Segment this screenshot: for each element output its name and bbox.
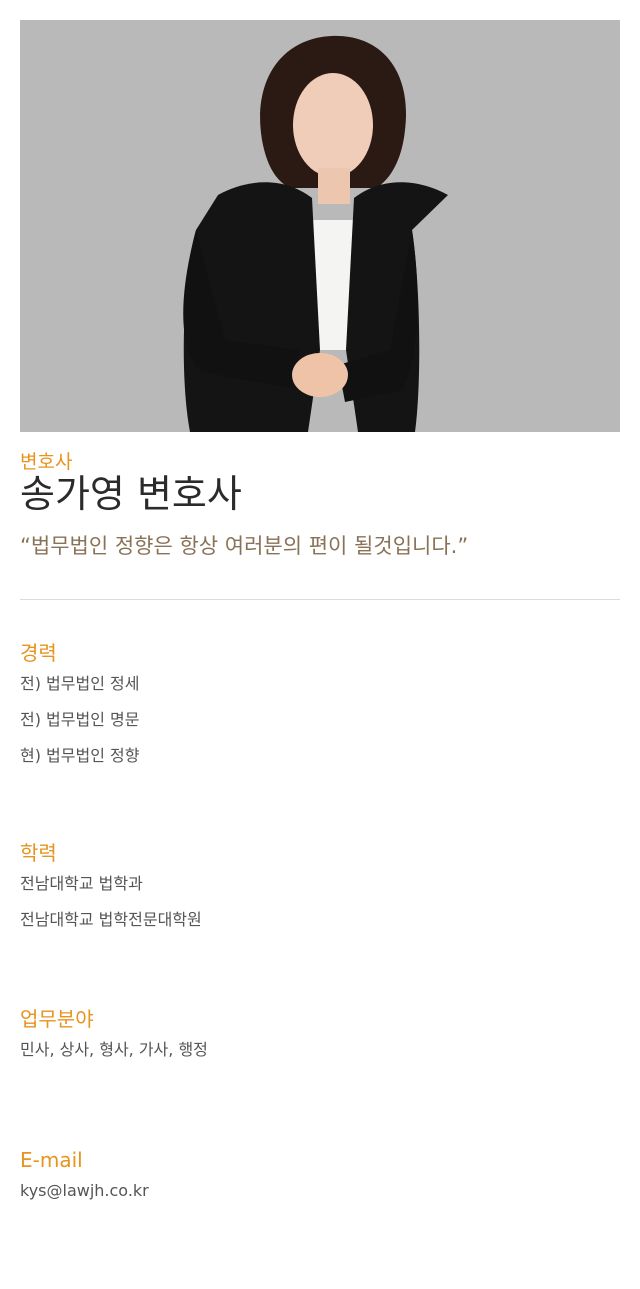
- career-item: 전) 법무법인 정세: [20, 674, 140, 693]
- profile-photo: [20, 20, 620, 432]
- motto-quote: “법무법인 정향은 항상 여러분의 편이 될것입니다.”: [20, 534, 469, 558]
- email-title: E-mail: [20, 1148, 83, 1172]
- practice-item: 민사, 상사, 형사, 가사, 행정: [20, 1040, 208, 1059]
- education-item: 전남대학교 법학전문대학원: [20, 910, 202, 929]
- lawyer-name: 송가영 변호사: [20, 472, 242, 516]
- email-address: kys@lawjh.co.kr: [20, 1181, 149, 1200]
- practice-section: 업무분야 민사, 상사, 형사, 가사, 행정: [20, 1006, 620, 1076]
- divider: [20, 599, 620, 600]
- education-section: 학력 전남대학교 법학과 전남대학교 법학전문대학원: [20, 840, 620, 946]
- career-item: 전) 법무법인 명문: [20, 710, 140, 729]
- lawyer-portrait-image: [20, 20, 620, 432]
- career-section: 경력 전) 법무법인 정세 전) 법무법인 명문 현) 법무법인 정향: [20, 640, 620, 782]
- email-section: E-mail kys@lawjh.co.kr: [20, 1147, 620, 1217]
- career-item: 현) 법무법인 정향: [20, 746, 140, 765]
- career-title: 경력: [20, 641, 57, 665]
- practice-title: 업무분야: [20, 1007, 94, 1031]
- education-item: 전남대학교 법학과: [20, 874, 143, 893]
- education-title: 학력: [20, 841, 57, 865]
